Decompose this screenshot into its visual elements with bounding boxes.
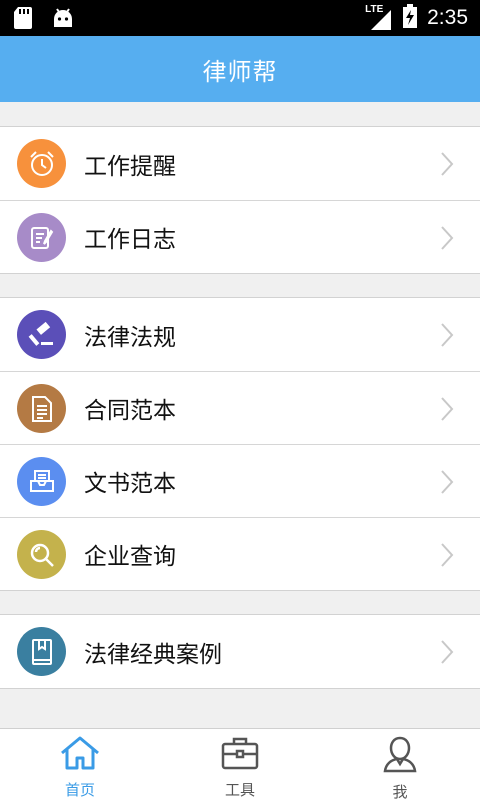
menu-item-label: 法律法规 <box>84 324 176 351</box>
tab-tools[interactable]: 工具 <box>160 729 320 800</box>
chevron-right-icon <box>440 542 454 572</box>
chevron-right-icon <box>440 639 454 669</box>
sd-card-icon <box>14 6 34 34</box>
lte-signal-icon: LTE <box>365 4 393 32</box>
tab-label: 首页 <box>64 781 95 799</box>
menu-item-label: 企业查询 <box>84 544 176 570</box>
tab-home[interactable]: 首页 <box>0 729 160 800</box>
chevron-right-icon <box>440 151 454 181</box>
chevron-right-icon <box>440 322 454 352</box>
menu-item-contract-templates[interactable]: 合同范本 <box>0 371 480 444</box>
menu-item-company-search[interactable]: 企业查询 <box>0 517 480 590</box>
tab-me[interactable]: 我 <box>320 729 480 800</box>
status-bar: LTE 2:35 <box>0 0 480 36</box>
menu-item-label: 工作日志 <box>84 227 176 253</box>
inbox-tray-icon <box>17 457 66 506</box>
app-bar: 律师帮 <box>0 36 480 102</box>
menu-item-laws-regulations[interactable]: 法律法规 <box>0 298 480 371</box>
menu-item-classic-cases[interactable]: 法律经典案例 <box>0 615 480 688</box>
chevron-right-icon <box>440 225 454 255</box>
notebook-pen-icon <box>17 213 66 262</box>
menu-item-label: 合同范本 <box>84 398 176 424</box>
chevron-right-icon <box>440 469 454 499</box>
menu-item-label: 文书范本 <box>84 471 176 497</box>
android-icon <box>52 7 74 33</box>
tab-label: 我 <box>392 783 408 800</box>
menu-group-resources: 法律法规 合同范本 文书范本 企业查询 <box>0 297 480 591</box>
chevron-right-icon <box>440 396 454 426</box>
battery-icon <box>403 4 418 32</box>
menu-item-label: 工作提醒 <box>84 153 176 180</box>
menu-item-work-log[interactable]: 工作日志 <box>0 200 480 273</box>
menu-item-label: 法律经典案例 <box>84 641 222 668</box>
menu-item-document-templates[interactable]: 文书范本 <box>0 444 480 517</box>
tab-label: 工具 <box>224 781 255 799</box>
menu-group-cases: 法律经典案例 <box>0 614 480 689</box>
page-title: 律师帮 <box>202 57 278 86</box>
magnifier-icon <box>17 530 66 579</box>
home-icon <box>59 735 101 775</box>
clock: 2:35 <box>427 6 468 29</box>
user-icon <box>381 735 419 777</box>
toolbox-icon <box>220 735 260 775</box>
alarm-clock-icon <box>17 139 66 188</box>
document-icon <box>17 384 66 433</box>
menu-item-work-reminder[interactable]: 工作提醒 <box>0 127 480 200</box>
gavel-icon <box>17 310 66 359</box>
book-icon <box>17 627 66 676</box>
menu-group-work: 工作提醒 工作日志 <box>0 126 480 274</box>
bottom-tab-bar: 首页 工具 我 <box>0 728 480 800</box>
